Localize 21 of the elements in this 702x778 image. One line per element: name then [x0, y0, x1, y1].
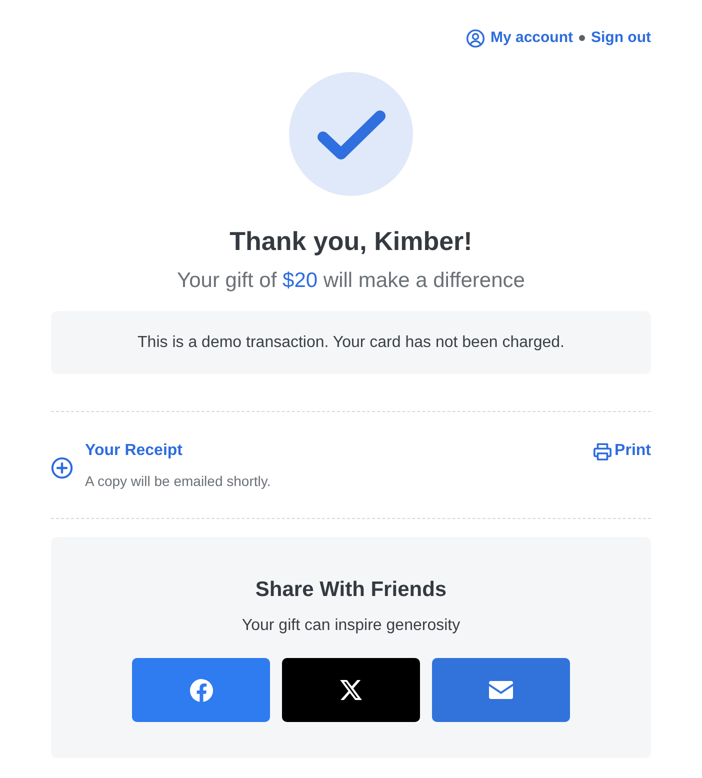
- gift-amount-text: Your gift of $20 will make a difference: [177, 268, 525, 294]
- x-logo-icon: [340, 680, 362, 700]
- print-link[interactable]: Print: [592, 441, 651, 461]
- email-share-button[interactable]: [432, 658, 570, 722]
- sign-out-link[interactable]: Sign out: [591, 28, 651, 48]
- thank-you-heading: Thank you, Kimber!: [230, 225, 472, 257]
- receipt-link[interactable]: Your Receipt: [85, 441, 182, 461]
- facebook-icon: [190, 678, 212, 702]
- expand-plus-icon[interactable]: [51, 457, 73, 479]
- share-title: Share With Friends: [255, 577, 447, 603]
- x-share-button[interactable]: [282, 658, 420, 722]
- facebook-share-button[interactable]: [132, 658, 270, 722]
- separator-dot-icon: [579, 35, 585, 41]
- notice-text: This is a demo transaction. Your card has not been charged.: [138, 332, 564, 352]
- printer-icon: [592, 442, 612, 460]
- envelope-icon: [489, 681, 513, 699]
- user-circle-icon: [466, 28, 486, 48]
- receipt-note: A copy will be emailed shortly.: [85, 472, 271, 491]
- my-account-link[interactable]: My account: [466, 28, 573, 48]
- checkmark-icon: [289, 72, 413, 196]
- share-subtitle: Your gift can inspire generosity: [242, 616, 460, 636]
